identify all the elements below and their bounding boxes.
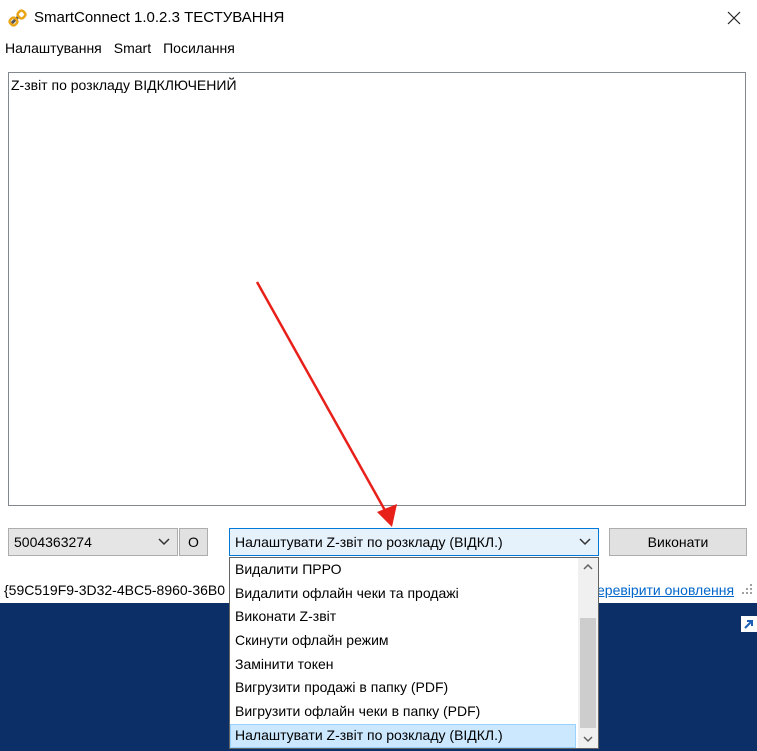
shortcut-arrow-icon xyxy=(741,616,757,632)
dropdown-option[interactable]: Скинути офлайн режим xyxy=(230,629,576,653)
chevron-down-icon xyxy=(583,736,593,743)
execute-button[interactable]: Виконати xyxy=(609,528,747,556)
check-updates-link[interactable]: еревірити оновлення xyxy=(597,582,734,598)
menu-smart[interactable]: Smart xyxy=(109,38,158,60)
device-select[interactable]: 5004363274 xyxy=(8,528,178,556)
scrollbar-thumb[interactable] xyxy=(580,618,596,728)
log-textarea[interactable]: Z-звіт по розкладу ВІДКЛЮЧЕНИЙ xyxy=(8,72,746,506)
resize-grip-icon[interactable] xyxy=(740,580,754,596)
scroll-up-button[interactable] xyxy=(578,558,598,575)
title-bar: SmartConnect 1.0.2.3 ТЕСТУВАННЯ xyxy=(0,0,757,36)
window-title: SmartConnect 1.0.2.3 ТЕСТУВАННЯ xyxy=(34,9,285,26)
action-select[interactable]: Налаштувати Z-звіт по розкладу (ВІДКЛ.) xyxy=(229,528,599,556)
status-guid: {59C519F9-3D32-4BC5-8960-36B0 xyxy=(4,582,226,598)
dropdown-scrollbar[interactable] xyxy=(578,558,598,748)
dropdown-option[interactable]: Видалити ПРРО xyxy=(230,558,576,582)
menu-links[interactable]: Посилання xyxy=(158,38,242,60)
dropdown-option[interactable]: Замінити токен xyxy=(230,653,576,677)
scroll-down-button[interactable] xyxy=(578,731,598,748)
dropdown-option[interactable]: Видалити офлайн чеки та продажі xyxy=(230,582,576,606)
chevron-up-icon xyxy=(583,563,593,570)
close-button[interactable] xyxy=(711,0,757,36)
menu-settings[interactable]: Налаштування xyxy=(0,38,109,60)
dropdown-options: Видалити ПРРО Видалити офлайн чеки та пр… xyxy=(230,558,576,748)
action-select-value: Налаштувати Z-звіт по розкладу (ВІДКЛ.) xyxy=(235,534,503,550)
dropdown-option[interactable]: Вигрузити продажі в папку (PDF) xyxy=(230,676,576,700)
close-icon xyxy=(727,11,741,25)
dropdown-option-selected[interactable]: Налаштувати Z-звіт по розкладу (ВІДКЛ.) xyxy=(230,723,576,748)
app-window: SmartConnect 1.0.2.3 ТЕСТУВАННЯ Налаштув… xyxy=(0,0,757,603)
action-dropdown-list: Видалити ПРРО Видалити офлайн чеки та пр… xyxy=(229,557,599,749)
device-select-value: 5004363274 xyxy=(14,534,92,550)
dropdown-option[interactable]: Вигрузити офлайн чеки в папку (PDF) xyxy=(230,700,576,724)
o-button[interactable]: О xyxy=(179,528,208,556)
dropdown-option[interactable]: Виконати Z-звіт xyxy=(230,605,576,629)
menu-bar: Налаштування Smart Посилання xyxy=(0,38,242,60)
chevron-down-icon xyxy=(579,538,591,546)
chevron-down-icon xyxy=(158,538,170,546)
chain-link-icon xyxy=(8,9,27,27)
